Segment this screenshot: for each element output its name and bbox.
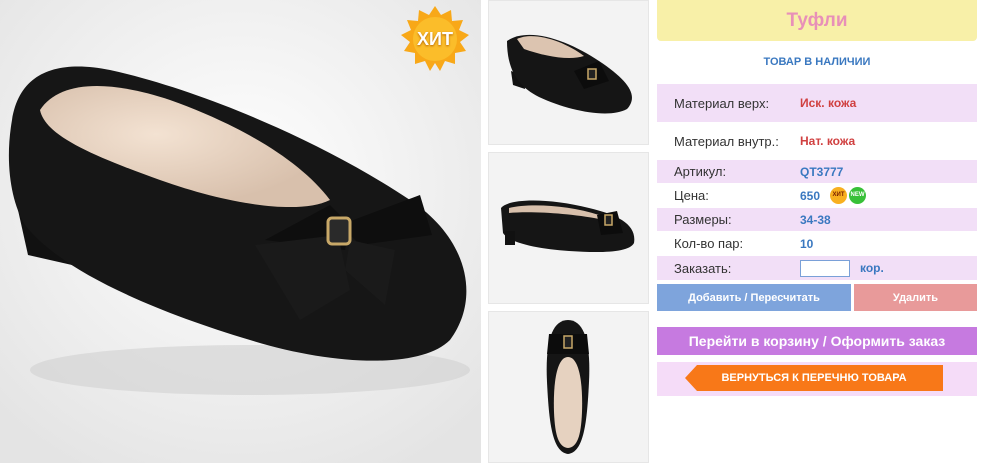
- product-title: Туфли: [657, 0, 977, 41]
- hit-badge: ХИТ: [399, 6, 471, 72]
- material-top-label: Материал верх:: [674, 95, 770, 111]
- thumbnail-side[interactable]: [488, 0, 649, 145]
- sizes-label: Размеры:: [674, 212, 732, 227]
- order-quantity-input[interactable]: [800, 259, 850, 277]
- article-value: QT3777: [800, 164, 844, 179]
- row-material-inner: Материал внутр.: Нат. кожа: [657, 124, 977, 158]
- back-to-list-button[interactable]: ВЕРНУТЬСЯ К ПЕРЕЧНЮ ТОВАРА: [685, 365, 943, 391]
- order-label: Заказать:: [674, 260, 732, 276]
- thumbnail-profile[interactable]: [488, 152, 649, 304]
- price-value: 650: [800, 188, 821, 203]
- price-new-badge: NEW: [849, 187, 867, 204]
- row-pairs: Кол-во пар: 10: [657, 232, 977, 255]
- material-inner-label: Материал внутр.:: [674, 133, 779, 149]
- row-article: Артикул: QT3777: [657, 160, 977, 183]
- hit-badge-label: ХИТ: [417, 28, 453, 49]
- back-to-list-container: ВЕРНУТЬСЯ К ПЕРЕЧНЮ ТОВАРА: [657, 362, 977, 396]
- pairs-label: Кол-во пар:: [674, 236, 744, 251]
- material-inner-value: Нат. кожа: [800, 134, 856, 148]
- row-order: Заказать: кор.: [657, 256, 977, 280]
- sizes-value: 34-38: [800, 212, 831, 227]
- thumbnail-top[interactable]: [488, 311, 649, 463]
- material-top-value: Иск. кожа: [800, 96, 857, 110]
- article-label: Артикул:: [674, 164, 727, 179]
- pairs-value: 10: [800, 236, 814, 251]
- row-price: Цена: 650 ХИТ NEW: [657, 184, 977, 207]
- go-to-cart-button[interactable]: Перейти в корзину / Оформить заказ: [657, 327, 977, 355]
- row-sizes: Размеры: 34-38: [657, 208, 977, 231]
- main-product-photo[interactable]: ХИТ: [0, 0, 481, 463]
- price-label: Цена:: [674, 188, 709, 203]
- delete-button[interactable]: Удалить: [854, 284, 977, 311]
- price-hit-badge: ХИТ: [830, 187, 848, 204]
- add-recalculate-button[interactable]: Добавить / Пересчитать: [657, 284, 851, 311]
- stock-status: ТОВАР В НАЛИЧИИ: [763, 56, 871, 68]
- row-material-top: Материал верх: Иск. кожа: [657, 84, 977, 122]
- order-unit: кор.: [860, 261, 884, 275]
